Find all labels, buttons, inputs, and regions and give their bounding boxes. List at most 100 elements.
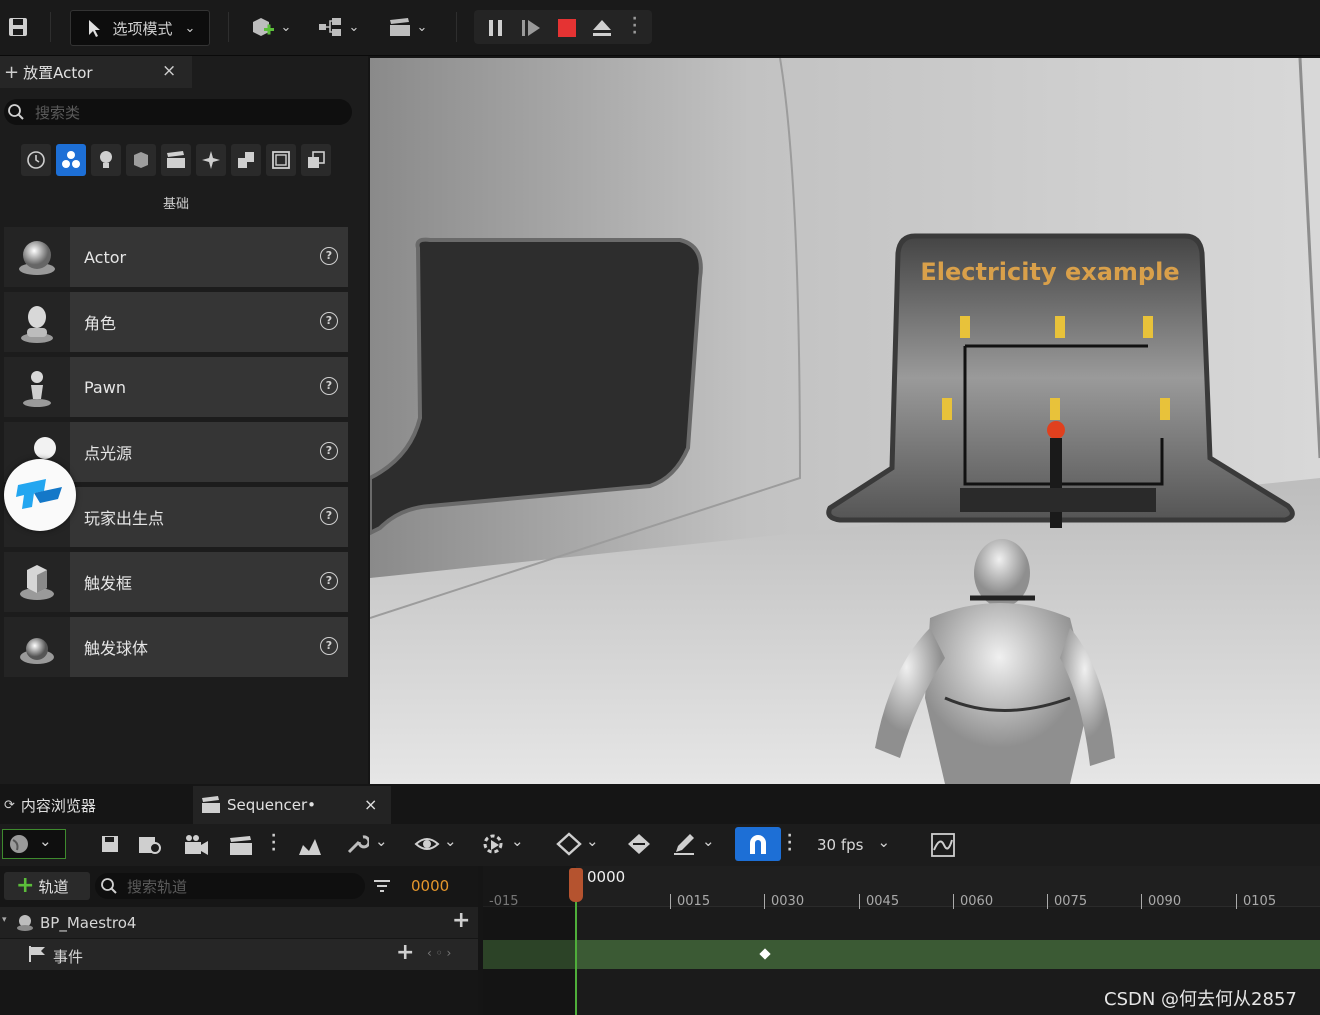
category-geometry-icon[interactable] bbox=[231, 144, 261, 176]
category-basic-icon[interactable] bbox=[56, 144, 86, 176]
render-movie-icon[interactable] bbox=[229, 833, 255, 857]
category-visual-effects-icon[interactable] bbox=[196, 144, 226, 176]
sequencer-toolbar: ⌄ · · · ⌄ ⌄ ⌄ ⌄ ⌄ · · · 30 fps ⌄ bbox=[0, 824, 1320, 866]
category-volumes-icon[interactable] bbox=[266, 144, 296, 176]
track-search-input[interactable]: 搜索轨道 bbox=[95, 873, 365, 899]
search-input[interactable]: 搜索类 bbox=[4, 99, 352, 125]
out-of-range-shade bbox=[483, 866, 576, 1015]
current-frame-field[interactable]: 0000 bbox=[411, 877, 449, 895]
actions-icon[interactable] bbox=[297, 833, 323, 857]
search-icon bbox=[101, 878, 117, 894]
category-cinematic-icon[interactable] bbox=[161, 144, 191, 176]
add-subtrack-icon[interactable]: + bbox=[452, 908, 470, 933]
blueprint-button[interactable]: ⌄ bbox=[313, 10, 363, 44]
key-options-button[interactable]: ⌄ bbox=[556, 832, 604, 858]
key-interpolation-icon[interactable] bbox=[625, 832, 653, 858]
filter-icon[interactable] bbox=[372, 876, 392, 896]
eject-icon[interactable] bbox=[591, 18, 613, 38]
tab-sequencer[interactable]: Sequencer• × bbox=[193, 786, 391, 824]
help-icon[interactable]: ? bbox=[320, 377, 338, 395]
step-icon[interactable] bbox=[520, 18, 542, 38]
snap-toggle-button[interactable] bbox=[735, 827, 781, 861]
tick-label: 0090 bbox=[1141, 894, 1181, 909]
actor-item-character[interactable]: 角色? bbox=[4, 292, 348, 352]
help-icon[interactable]: ? bbox=[320, 507, 338, 525]
actor-item-pawn[interactable]: Pawn? bbox=[4, 357, 348, 417]
actor-icon bbox=[17, 915, 33, 931]
chevron-down-icon: ⌄ bbox=[416, 19, 428, 35]
fps-select[interactable]: 30 fps ⌄ bbox=[817, 833, 897, 856]
add-actor-icon bbox=[252, 18, 274, 36]
tick-label: -015 bbox=[489, 894, 519, 909]
tab-label: 内容浏览器 bbox=[20, 796, 96, 815]
add-track-button[interactable]: + 轨道 bbox=[4, 872, 90, 900]
add-key-icon[interactable]: + bbox=[396, 940, 414, 965]
pause-icon[interactable] bbox=[486, 18, 506, 38]
search-placeholder: 搜索轨道 bbox=[127, 878, 188, 896]
category-shapes-icon[interactable] bbox=[126, 144, 156, 176]
playhead-handle[interactable] bbox=[569, 868, 583, 902]
key-navigation-icon[interactable]: ‹ ◦ › bbox=[427, 946, 451, 960]
select-cursor-icon bbox=[88, 20, 100, 37]
globe-icon bbox=[10, 835, 28, 853]
browse-icon[interactable] bbox=[138, 833, 164, 857]
stop-icon[interactable] bbox=[557, 18, 577, 38]
track-row-event[interactable]: 事件 + ‹ ◦ › bbox=[0, 939, 478, 970]
actor-item-label: 角色 bbox=[84, 314, 117, 333]
mode-select-button[interactable]: 选项模式 ⌄ bbox=[70, 10, 210, 46]
actor-item-trigger-box[interactable]: 触发框? bbox=[4, 552, 348, 612]
tab-content-browser[interactable]: ⟳ 内容浏览器 bbox=[0, 786, 190, 824]
more-icon[interactable]: · · · bbox=[271, 829, 277, 857]
chevron-down-icon: ⌄ bbox=[184, 20, 196, 36]
add-actor-button[interactable]: ⌄ bbox=[245, 10, 295, 44]
mode-label: 选项模式 bbox=[112, 19, 173, 38]
save-icon[interactable] bbox=[6, 10, 30, 44]
category-lights-icon[interactable] bbox=[91, 144, 121, 176]
actor-item-trigger-sphere[interactable]: 触发球体? bbox=[4, 617, 348, 677]
help-icon[interactable]: ? bbox=[320, 312, 338, 330]
help-icon[interactable]: ? bbox=[320, 442, 338, 460]
track-name: BP_Maestro4 bbox=[40, 914, 137, 932]
floating-app-badge-icon[interactable] bbox=[4, 459, 76, 531]
chevron-down-icon: ⌄ bbox=[586, 832, 599, 850]
wrench-icon bbox=[347, 835, 371, 854]
expand-arrow-icon[interactable]: ▾ bbox=[2, 915, 7, 925]
category-title: 基础 bbox=[162, 197, 189, 212]
help-icon[interactable]: ? bbox=[320, 637, 338, 655]
flag-icon bbox=[29, 946, 45, 962]
track-name: 事件 bbox=[53, 948, 84, 966]
category-recent-icon[interactable] bbox=[21, 144, 51, 176]
tick-label: 0015 bbox=[670, 894, 710, 909]
diamond-key-icon bbox=[556, 832, 582, 856]
actor-item-actor[interactable]: Actor? bbox=[4, 227, 348, 287]
chevron-down-icon: ⌄ bbox=[348, 19, 360, 35]
world-select-button[interactable]: ⌄ bbox=[2, 829, 66, 859]
level-viewport[interactable]: Electricity example bbox=[370, 58, 1320, 784]
tools-button[interactable]: ⌄ bbox=[345, 832, 393, 858]
playback-options-button[interactable]: ⌄ bbox=[481, 832, 529, 858]
chevron-down-icon: ⌄ bbox=[375, 832, 388, 850]
edit-button[interactable]: ⌄ bbox=[672, 832, 720, 858]
close-icon[interactable]: × bbox=[162, 61, 176, 81]
category-all-classes-icon[interactable] bbox=[301, 144, 331, 176]
chevron-down-icon: ⌄ bbox=[39, 832, 52, 850]
divider bbox=[228, 12, 229, 42]
trigger-sphere-icon bbox=[4, 617, 70, 677]
actor-item-label: Actor bbox=[84, 247, 127, 267]
track-row-actor[interactable]: ▾ BP_Maestro4 + bbox=[0, 907, 478, 938]
cinematics-button[interactable]: ⌄ bbox=[382, 10, 432, 44]
camera-icon[interactable] bbox=[184, 833, 210, 857]
curve-editor-icon[interactable] bbox=[930, 832, 956, 858]
close-icon[interactable]: × bbox=[364, 795, 377, 814]
more-icon[interactable]: · · · bbox=[632, 12, 640, 40]
pencil-icon bbox=[674, 834, 694, 855]
help-icon[interactable]: ? bbox=[320, 247, 338, 265]
help-icon[interactable]: ? bbox=[320, 572, 338, 590]
view-options-button[interactable]: ⌄ bbox=[414, 832, 462, 858]
place-actor-tab[interactable]: + 放置Actor × bbox=[0, 56, 192, 88]
character-icon bbox=[4, 292, 70, 352]
play-controls: · · · bbox=[474, 10, 652, 44]
add-track-label: 轨道 bbox=[38, 877, 69, 896]
more-icon[interactable]: · · · bbox=[787, 829, 793, 857]
save-sequence-icon[interactable] bbox=[100, 833, 122, 855]
